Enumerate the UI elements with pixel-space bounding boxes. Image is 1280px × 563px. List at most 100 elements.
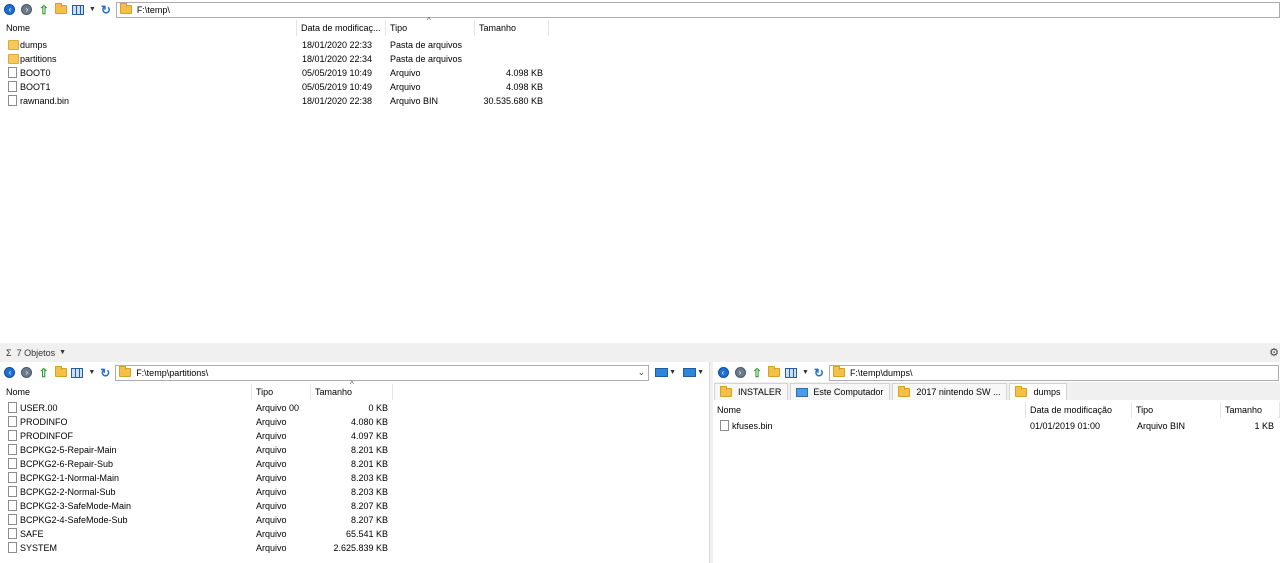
tab-este-computador[interactable]: Este Computador [790,383,891,400]
file-date: 18/01/2020 22:38 [302,96,373,106]
chevron-down-icon: ▼ [697,369,705,376]
file-size: 8.207 KB [350,515,388,525]
up-folder-icon[interactable]: ⇧ [37,3,51,17]
file-size: 8.207 KB [350,501,388,511]
file-icon [8,514,17,525]
table-row[interactable]: BOOT1 05/05/2019 10:49 Arquivo 4.098 KB [2,80,562,94]
file-type: Arquivo [256,431,287,441]
back-icon[interactable]: ‹ [3,366,17,380]
file-size: 2.625.839 KB [333,543,388,553]
view-mode-dropdown-icon[interactable]: ▼ [88,369,95,376]
view-mode-icon[interactable] [784,366,798,380]
file-date: 05/05/2019 10:49 [302,82,373,92]
open-folder-icon[interactable] [54,3,68,17]
table-row[interactable]: PRODINFO Arquivo 4.080 KB [2,415,562,429]
file-type: Arquivo [256,473,287,483]
top-address-text: F:\temp\ [136,4,170,15]
forward-icon[interactable]: › [20,366,34,380]
forward-icon[interactable]: › [733,366,747,380]
view-mode-dropdown-icon[interactable]: ▼ [89,6,96,13]
file-type: Arquivo [256,487,287,497]
file-name: partitions [20,54,57,64]
object-count-dropdown-icon[interactable]: ▼ [59,349,66,356]
column-size[interactable]: Tamanho [475,20,549,36]
file-type: Pasta de arquivos [390,54,463,64]
column-size[interactable]: Tamanho [1221,402,1280,418]
table-row[interactable]: BCPKG2-3-SafeMode-Main Arquivo 8.207 KB [2,499,562,513]
settings-icon[interactable]: ⚙ [1269,346,1279,359]
status-bar: Σ 7 Objetos ▼ ⚙ [0,343,1280,362]
tab-2017-nintendo[interactable]: 2017 nintendo SW ... [892,383,1008,400]
file-type: Pasta de arquivos [390,40,463,50]
open-folder-icon[interactable] [54,366,68,380]
view-mode-dropdown-icon[interactable]: ▼ [802,369,809,376]
left-address-bar[interactable]: F:\temp\partitions\ ⌄ [115,364,650,381]
table-row[interactable]: USER.00 Arquivo 00 0 KB [2,401,562,415]
folder-icon [8,54,19,64]
column-name[interactable]: Nome [2,384,252,400]
table-row[interactable]: BCPKG2-1-Normal-Main Arquivo 8.203 KB [2,471,562,485]
file-type: Arquivo [390,68,421,78]
right-column-header: Nome Data de modificação Tipo Tamanho [713,402,1280,418]
table-row[interactable]: SAFE Arquivo 65.541 KB [2,527,562,541]
table-row[interactable]: kfuses.bin 01/01/2019 01:00 Arquivo BIN 1 K… [714,419,1274,433]
column-name[interactable]: Nome [2,20,297,36]
file-name: kfuses.bin [732,421,773,431]
column-date[interactable]: Data de modificaç... [297,20,386,36]
back-icon[interactable]: ‹ [3,3,17,17]
view-mode-icon[interactable] [71,3,85,17]
file-icon [8,81,17,92]
table-row[interactable]: dumps 18/01/2020 22:33 Pasta de arquivos [2,38,562,52]
left-view-selector[interactable]: ▼ ▼ [655,368,707,377]
folder-icon [119,366,132,377]
table-row[interactable]: BCPKG2-4-SafeMode-Sub Arquivo 8.207 KB [2,513,562,527]
tab-dumps[interactable]: dumps [1009,383,1068,400]
table-row[interactable]: partitions 18/01/2020 22:34 Pasta de arqui… [2,52,562,66]
file-size: 4.097 KB [350,431,388,441]
file-name: PRODINFO [20,417,68,427]
file-icon [8,472,17,483]
tab-label: dumps [1033,387,1061,397]
forward-icon[interactable]: › [20,3,34,17]
table-row[interactable]: PRODINFOF Arquivo 4.097 KB [2,429,562,443]
column-date[interactable]: Data de modificação [1026,402,1132,418]
pane-splitter[interactable] [709,362,713,563]
refresh-icon[interactable]: ↻ [812,366,826,380]
back-icon[interactable]: ‹ [716,366,730,380]
tab-instaler[interactable]: INSTALER [714,383,789,400]
right-tab-bar: INSTALER Este Computador 2017 nintendo S… [714,382,1280,400]
file-type: Arquivo [256,515,287,525]
folder-icon [8,40,19,50]
top-toolbar: ‹ › ⇧ ▼ ↻ F:\temp\ [3,1,1280,18]
table-row[interactable]: SYSTEM Arquivo 2.625.839 KB [2,541,562,555]
table-row[interactable]: BCPKG2-5-Repair-Main Arquivo 8.201 KB [2,443,562,457]
table-row[interactable]: BCPKG2-6-Repair-Sub Arquivo 8.201 KB [2,457,562,471]
file-type: Arquivo [256,543,287,553]
file-name: BCPKG2-3-SafeMode-Main [20,501,132,511]
refresh-icon[interactable]: ↻ [99,3,113,17]
column-type[interactable]: Tipo [252,384,311,400]
top-address-bar[interactable]: F:\temp\ [115,1,1280,18]
column-size[interactable]: Tamanho [311,384,393,400]
refresh-icon[interactable]: ↻ [98,366,112,380]
file-icon [8,500,17,511]
table-row[interactable]: rawnand.bin 18/01/2020 22:38 Arquivo BIN 30… [2,94,562,108]
object-count[interactable]: 7 Objetos [17,348,56,358]
file-name: USER.00 [20,403,58,413]
tab-label: INSTALER [738,387,782,397]
right-address-bar[interactable]: F:\temp\dumps\ [828,364,1279,381]
table-row[interactable]: BOOT0 05/05/2019 10:49 Arquivo 4.098 KB [2,66,562,80]
open-folder-icon[interactable] [767,366,781,380]
view-mode-icon[interactable] [71,366,85,380]
column-name[interactable]: Nome [713,402,1026,418]
column-type[interactable]: Tipo [1132,402,1221,418]
up-folder-icon[interactable]: ⇧ [750,366,764,380]
file-type: Arquivo 00 [256,403,300,413]
table-row[interactable]: BCPKG2-2-Normal-Sub Arquivo 8.203 KB [2,485,562,499]
sigma-icon: Σ [6,347,12,358]
up-folder-icon[interactable]: ⇧ [37,366,51,380]
left-address-text: F:\temp\partitions\ [136,367,209,378]
file-type: Arquivo [256,529,287,539]
file-icon [8,458,17,469]
address-dropdown-icon[interactable]: ⌄ [638,367,646,378]
